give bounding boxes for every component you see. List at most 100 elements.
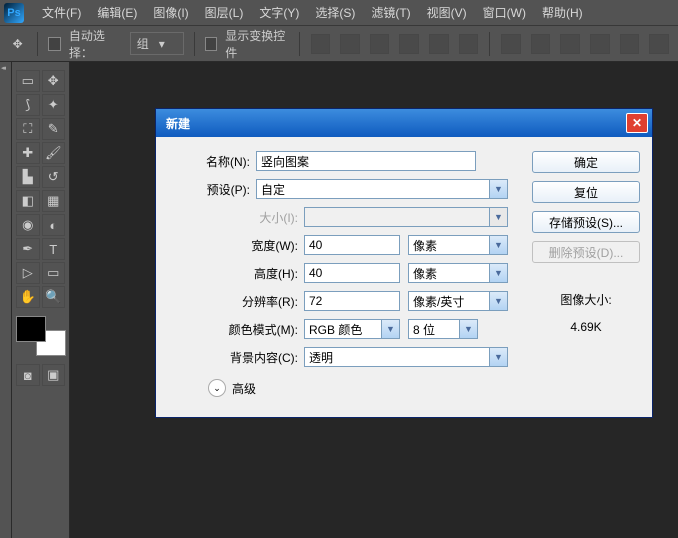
size-select: ▼	[304, 207, 508, 227]
auto-select-target[interactable]: 组 ▾	[130, 32, 184, 55]
chevron-expand-icon: ⌄	[208, 379, 226, 397]
divider	[37, 32, 38, 56]
foreground-color[interactable]	[16, 316, 46, 342]
wand-tool[interactable]: ✦	[42, 94, 66, 116]
resolution-input[interactable]	[304, 291, 400, 311]
chevron-down-icon: ▼	[489, 348, 507, 366]
move-tool[interactable]: ✥	[42, 70, 66, 92]
width-label: 宽度(W):	[168, 237, 304, 254]
menu-select[interactable]: 选择(S)	[307, 4, 363, 21]
menu-image[interactable]: 图像(I)	[145, 4, 196, 21]
menu-type[interactable]: 文字(Y)	[251, 4, 307, 21]
color-swatch[interactable]	[16, 316, 66, 356]
preset-label: 预设(P):	[168, 181, 256, 198]
screen-mode-tool[interactable]: ▣	[42, 364, 66, 386]
color-mode-label: 颜色模式(M):	[168, 321, 304, 338]
crop-tool[interactable]: ⛶	[16, 118, 40, 140]
align-btn	[340, 34, 360, 54]
menu-view[interactable]: 视图(V)	[419, 4, 475, 21]
new-document-dialog: 新建 ✕ 名称(N): 预设(P): 自定▼ 大小(I): ▼ 宽度(W): 像…	[155, 108, 653, 418]
divider	[489, 32, 490, 56]
divider	[299, 32, 300, 56]
width-unit-select[interactable]: 像素▼	[408, 235, 508, 255]
path-select-tool[interactable]: ▷	[16, 262, 40, 284]
marquee-tool[interactable]: ▭	[16, 70, 40, 92]
auto-select-checkbox[interactable]	[48, 37, 61, 51]
menu-bar: Ps 文件(F) 编辑(E) 图像(I) 图层(L) 文字(Y) 选择(S) 滤…	[0, 0, 678, 26]
ok-button[interactable]: 确定	[532, 151, 640, 173]
move-tool-icon: ✥	[8, 33, 27, 55]
stamp-tool[interactable]: ▙	[16, 166, 40, 188]
align-btn	[399, 34, 419, 54]
preset-select[interactable]: 自定▼	[256, 179, 508, 199]
align-btn	[311, 34, 331, 54]
toolbox: ▭✥ ⟆✦ ⛶✎ ✚🖌 ▙↺ ◧▦ ◉◐ ✒T ▷▭ ✋🔍 ◙▣	[12, 62, 70, 538]
brush-tool[interactable]: 🖌	[42, 142, 66, 164]
chevron-down-icon: ▼	[489, 292, 507, 310]
menu-edit[interactable]: 编辑(E)	[89, 4, 145, 21]
options-bar: ✥ 自动选择： 组 ▾ 显示变换控件	[0, 26, 678, 62]
bg-select[interactable]: 透明▼	[304, 347, 508, 367]
menu-window[interactable]: 窗口(W)	[475, 4, 534, 21]
divider	[194, 32, 195, 56]
gradient-tool[interactable]: ▦	[42, 190, 66, 212]
chevron-down-icon: ▼	[489, 236, 507, 254]
blur-tool[interactable]: ◉	[16, 214, 40, 236]
zoom-tool[interactable]: 🔍	[42, 286, 66, 308]
name-input[interactable]	[256, 151, 476, 171]
chevron-down-icon: ▼	[381, 320, 399, 338]
menu-help[interactable]: 帮助(H)	[534, 4, 591, 21]
dialog-title: 新建	[166, 115, 190, 132]
type-tool[interactable]: T	[42, 238, 66, 260]
name-label: 名称(N):	[168, 153, 256, 170]
show-transform-checkbox[interactable]	[205, 37, 218, 51]
quickmask-tool[interactable]: ◙	[16, 364, 40, 386]
distribute-btn	[620, 34, 640, 54]
menu-filter[interactable]: 滤镜(T)	[363, 4, 418, 21]
dialog-titlebar[interactable]: 新建 ✕	[156, 109, 652, 137]
app-logo: Ps	[4, 3, 24, 23]
color-mode-select[interactable]: RGB 颜色▼	[304, 319, 400, 339]
menu-file[interactable]: 文件(F)	[34, 4, 89, 21]
chevron-down-icon: ▼	[489, 180, 507, 198]
bg-label: 背景内容(C):	[168, 349, 304, 366]
delete-preset-button: 删除预设(D)...	[532, 241, 640, 263]
chevron-down-icon: ▼	[489, 208, 507, 226]
distribute-btn	[649, 34, 669, 54]
history-brush-tool[interactable]: ↺	[42, 166, 66, 188]
align-btn	[429, 34, 449, 54]
resolution-label: 分辨率(R):	[168, 293, 304, 310]
width-input[interactable]	[304, 235, 400, 255]
height-input[interactable]	[304, 263, 400, 283]
panel-collapse-strip[interactable]	[0, 62, 12, 538]
align-btn	[370, 34, 390, 54]
reset-button[interactable]: 复位	[532, 181, 640, 203]
bit-depth-select[interactable]: 8 位▼	[408, 319, 478, 339]
height-label: 高度(H):	[168, 265, 304, 282]
eraser-tool[interactable]: ◧	[16, 190, 40, 212]
pen-tool[interactable]: ✒	[16, 238, 40, 260]
align-btn	[459, 34, 479, 54]
lasso-tool[interactable]: ⟆	[16, 94, 40, 116]
close-button[interactable]: ✕	[626, 113, 648, 133]
image-size-label: 图像大小:	[532, 291, 640, 308]
advanced-label: 高级	[232, 380, 256, 397]
menu-layer[interactable]: 图层(L)	[197, 4, 252, 21]
save-preset-button[interactable]: 存储预设(S)...	[532, 211, 640, 233]
distribute-btn	[560, 34, 580, 54]
distribute-btn	[531, 34, 551, 54]
chevron-down-icon: ▼	[489, 264, 507, 282]
distribute-btn	[501, 34, 521, 54]
resolution-unit-select[interactable]: 像素/英寸▼	[408, 291, 508, 311]
auto-select-label: 自动选择：	[69, 27, 122, 61]
distribute-btn	[590, 34, 610, 54]
image-size-value: 4.69K	[532, 320, 640, 334]
show-transform-label: 显示变换控件	[225, 27, 288, 61]
shape-tool[interactable]: ▭	[42, 262, 66, 284]
eyedropper-tool[interactable]: ✎	[42, 118, 66, 140]
height-unit-select[interactable]: 像素▼	[408, 263, 508, 283]
advanced-toggle[interactable]: ⌄ 高级	[208, 379, 518, 397]
hand-tool[interactable]: ✋	[16, 286, 40, 308]
dodge-tool[interactable]: ◐	[42, 214, 66, 236]
heal-tool[interactable]: ✚	[16, 142, 40, 164]
